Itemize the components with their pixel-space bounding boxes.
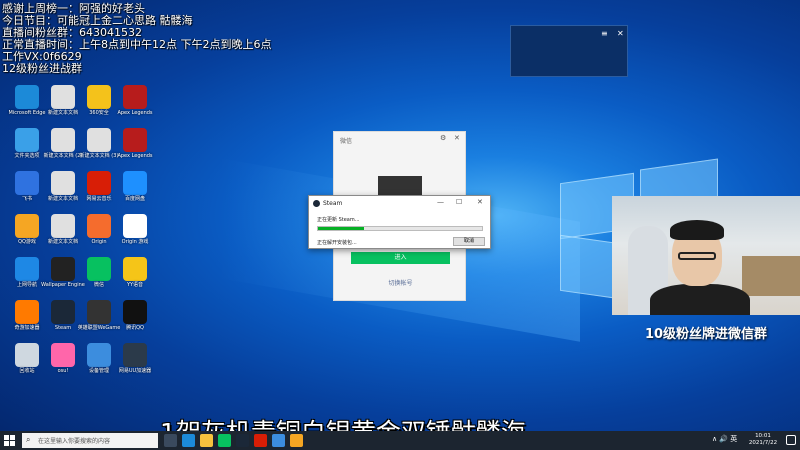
app-icon — [123, 257, 147, 281]
maximize-icon[interactable]: ☐ — [456, 198, 462, 206]
clock[interactable]: 10:01 2021/7/22 — [748, 433, 778, 447]
app-icon — [87, 343, 111, 367]
desktop-icon-label: 百度网盘 — [124, 196, 145, 202]
desktop-icon[interactable]: Apex Legends — [112, 128, 158, 160]
progress-bar — [317, 226, 483, 231]
desktop-icon[interactable]: 网易UU加速器 — [112, 343, 158, 375]
menu-icon[interactable]: ≡ — [601, 29, 608, 38]
cancel-button[interactable]: 取消 — [453, 237, 485, 246]
desktop-icon-label: 腾讯QQ — [126, 325, 144, 331]
enter-button[interactable]: 进入 — [351, 252, 450, 264]
update-status-text: 正在更新 Steam... — [317, 217, 360, 223]
minimize-icon[interactable]: — — [437, 198, 444, 206]
webcam-feed — [612, 196, 800, 315]
steam-icon — [313, 200, 320, 207]
wechat-title: 微信 — [340, 138, 353, 145]
music-taskbar-icon[interactable] — [254, 434, 267, 447]
app-icon — [87, 128, 111, 152]
desktop-icon[interactable]: 腾讯QQ — [112, 300, 158, 332]
desktop-icon-label: Origin 游戏 — [121, 239, 149, 245]
search-placeholder: 在这里输入你要搜索的内容 — [38, 438, 111, 445]
app-icon — [51, 257, 75, 281]
app-icon — [51, 343, 75, 367]
desktop-icon-label: 网易UU加速器 — [118, 368, 152, 374]
app-icon — [87, 300, 111, 324]
search-icon: ⌕ — [26, 435, 31, 444]
app-icon — [15, 257, 39, 281]
app-icon — [87, 257, 111, 281]
file-explorer-icon[interactable] — [200, 434, 213, 447]
app-icon — [51, 128, 75, 152]
desktop-icon[interactable]: 百度网盘 — [112, 171, 158, 203]
app-icon — [87, 214, 111, 238]
desktop-icon-label: Apex Legends — [117, 110, 153, 116]
app-icon — [51, 171, 75, 195]
settings-icon[interactable]: ⚙ — [440, 134, 446, 142]
app-icon — [123, 171, 147, 195]
app-icon — [51, 214, 75, 238]
desktop-icon[interactable]: YY语音 — [112, 257, 158, 289]
fan-group-label: 10级粉丝牌进微信群 — [644, 327, 768, 342]
app-taskbar-icon[interactable] — [272, 434, 285, 447]
desktop-icon-label: Apex Legends — [117, 153, 153, 159]
steam-taskbar-icon[interactable] — [236, 434, 249, 447]
app-icon — [123, 300, 147, 324]
desktop-icon[interactable]: Apex Legends — [112, 85, 158, 117]
overlay-fan-level-text: 12级粉丝进战群 — [2, 62, 82, 75]
app-icon — [87, 85, 111, 109]
wechat-taskbar-icon[interactable] — [218, 434, 231, 447]
taskbar: ⌕ 在这里输入你要搜索的内容 ∧ 🔊 英 10:01 2021/7/22 — [0, 431, 800, 450]
app-icon — [123, 343, 147, 367]
app-icon — [15, 214, 39, 238]
app-icon — [123, 128, 147, 152]
clock-time: 10:01 — [755, 433, 771, 439]
close-icon[interactable]: ✕ — [454, 134, 460, 142]
unpack-status-text: 正在解开安装包... — [317, 240, 357, 246]
switch-account-link[interactable]: 切换帐号 — [334, 278, 467, 287]
game-taskbar-icon[interactable] — [290, 434, 303, 447]
app-icon — [87, 171, 111, 195]
app-icon — [123, 214, 147, 238]
dialog-title: Steam — [323, 200, 343, 207]
mini-player-widget[interactable]: ≡ ✕ — [510, 25, 628, 77]
edge-icon[interactable] — [182, 434, 195, 447]
progress-fill — [318, 227, 364, 230]
close-icon[interactable]: ✕ — [477, 198, 483, 206]
close-icon[interactable]: ✕ — [617, 29, 624, 38]
windows-start-icon[interactable] — [4, 435, 15, 446]
app-icon — [15, 85, 39, 109]
app-icon — [51, 300, 75, 324]
app-icon — [15, 343, 39, 367]
system-tray-icons[interactable]: ∧ 🔊 英 — [712, 434, 737, 444]
steam-update-dialog: Steam — ☐ ✕ 正在更新 Steam... 正在解开安装包... 取消 — [308, 195, 491, 249]
clock-date: 2021/7/22 — [748, 440, 778, 446]
app-icon — [15, 128, 39, 152]
app-icon — [15, 171, 39, 195]
notification-icon[interactable] — [786, 435, 796, 445]
app-icon — [51, 85, 75, 109]
desktop-icon-label: YY语音 — [126, 282, 144, 288]
app-icon — [15, 300, 39, 324]
task-view-icon[interactable] — [164, 434, 177, 447]
search-input[interactable]: ⌕ 在这里输入你要搜索的内容 — [22, 433, 158, 448]
desktop-icon[interactable]: Origin 游戏 — [112, 214, 158, 246]
app-icon — [123, 85, 147, 109]
